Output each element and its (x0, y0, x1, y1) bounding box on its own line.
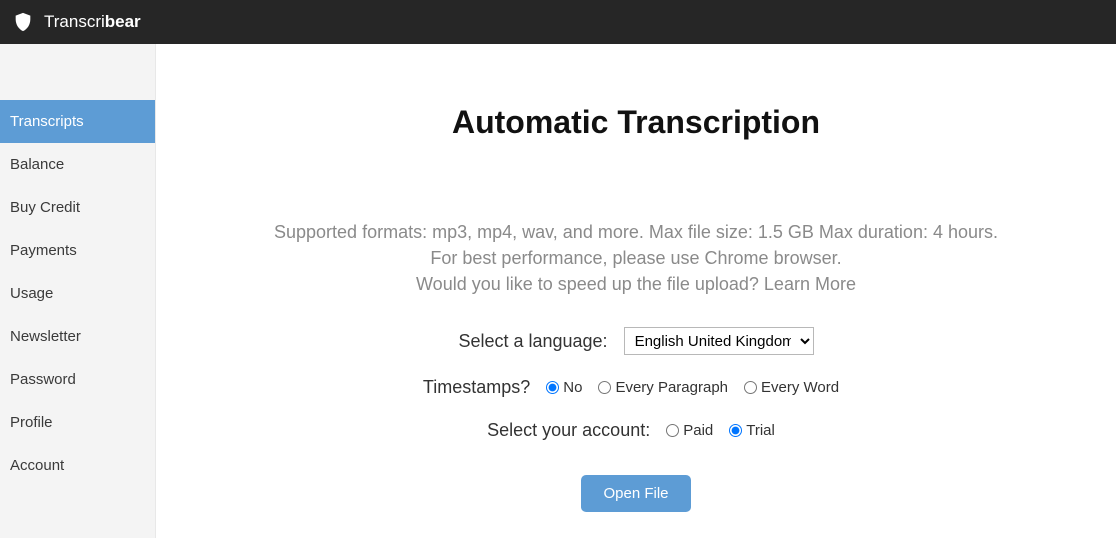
brand-bold: bear (105, 12, 141, 31)
account-options: Paid Trial (666, 422, 785, 439)
timestamps-options: No Every Paragraph Every Word (546, 379, 849, 396)
timestamp-radio-para[interactable] (598, 381, 611, 394)
desc-line-2: For best performance, please use Chrome … (196, 245, 1076, 271)
account-radio-trial[interactable] (729, 424, 742, 437)
account-row: Select your account: Paid Trial (196, 420, 1076, 441)
account-option-label: Paid (683, 422, 713, 439)
brand-prefix: Transcri (44, 12, 105, 31)
timestamps-row: Timestamps? No Every Paragraph Every Word (196, 377, 1076, 398)
app-brand: Transcribear (44, 12, 141, 32)
sidebar-item-account[interactable]: Account (0, 444, 155, 487)
sidebar-item-buy-credit[interactable]: Buy Credit (0, 186, 155, 229)
language-label: Select a language: (458, 331, 607, 352)
desc-line-1: Supported formats: mp3, mp4, wav, and mo… (196, 219, 1076, 245)
app-header: Transcribear (0, 0, 1116, 44)
description: Supported formats: mp3, mp4, wav, and mo… (196, 219, 1076, 297)
sidebar-item-balance[interactable]: Balance (0, 143, 155, 186)
timestamp-option-label: No (563, 379, 582, 396)
timestamp-radio-no[interactable] (546, 381, 559, 394)
main-content: Automatic Transcription Supported format… (156, 44, 1116, 538)
timestamp-option-word[interactable]: Every Word (744, 379, 839, 396)
shield-icon (12, 11, 34, 33)
sidebar-item-transcripts[interactable]: Transcripts (0, 100, 155, 143)
account-option-label: Trial (746, 422, 775, 439)
sidebar-item-newsletter[interactable]: Newsletter (0, 315, 155, 358)
account-option-paid[interactable]: Paid (666, 422, 713, 439)
sidebar: TranscriptsBalanceBuy CreditPaymentsUsag… (0, 44, 156, 538)
timestamps-label: Timestamps? (423, 377, 530, 398)
account-option-trial[interactable]: Trial (729, 422, 775, 439)
sidebar-item-payments[interactable]: Payments (0, 229, 155, 272)
account-radio-paid[interactable] (666, 424, 679, 437)
sidebar-item-profile[interactable]: Profile (0, 401, 155, 444)
sidebar-item-password[interactable]: Password (0, 358, 155, 401)
sidebar-item-usage[interactable]: Usage (0, 272, 155, 315)
timestamp-option-label: Every Word (761, 379, 839, 396)
language-row: Select a language: English United Kingdo… (196, 327, 1076, 355)
account-label: Select your account: (487, 420, 650, 441)
desc-line-3: Would you like to speed up the file uplo… (196, 271, 1076, 297)
language-select[interactable]: English United Kingdom (624, 327, 814, 355)
timestamp-option-no[interactable]: No (546, 379, 582, 396)
open-file-button[interactable]: Open File (581, 475, 690, 512)
timestamp-option-para[interactable]: Every Paragraph (598, 379, 728, 396)
page-title: Automatic Transcription (196, 104, 1076, 141)
timestamp-option-label: Every Paragraph (615, 379, 728, 396)
timestamp-radio-word[interactable] (744, 381, 757, 394)
